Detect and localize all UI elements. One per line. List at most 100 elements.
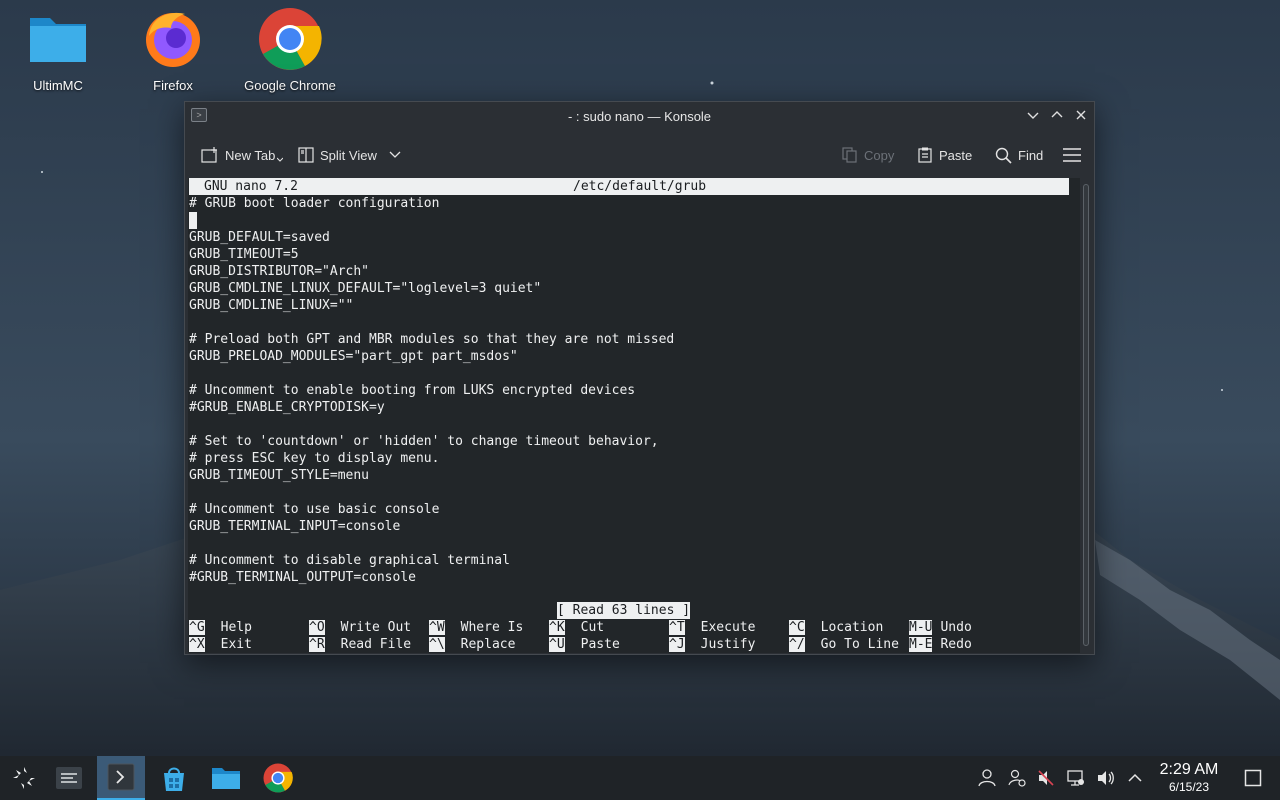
- nano-shortcut: ^U Paste: [549, 636, 620, 653]
- tray-expand-button[interactable]: [1125, 768, 1145, 788]
- nano-header-bar: GNU nano 7.2 /etc/default/grub: [189, 178, 1069, 195]
- file-line: #GRUB_ENABLE_CRYPTODISK=y: [189, 400, 385, 415]
- user-tray-button[interactable]: [977, 768, 997, 788]
- overview-icon: [56, 767, 82, 789]
- network-wired-icon: [1067, 770, 1084, 786]
- title-bar[interactable]: > - : sudo nano — Konsole: [185, 102, 1094, 130]
- digital-clock[interactable]: 2:29 AM 6/15/23: [1152, 761, 1226, 795]
- shortcut-label: Go To Line: [820, 637, 899, 652]
- taskbar-konsole[interactable]: [97, 756, 145, 800]
- volume-tray-button[interactable]: [1096, 768, 1116, 788]
- desktop-icon-google-chrome[interactable]: Google Chrome: [235, 6, 345, 93]
- shortcut-label: Redo: [940, 637, 972, 652]
- taskbar: 2:29 AM 6/15/23: [0, 756, 1280, 800]
- desktop-icon-label: Google Chrome: [244, 78, 336, 93]
- shortcut-key: ^C: [789, 620, 805, 635]
- nano-shortcut: ^W Where Is: [429, 619, 523, 636]
- file-line: GRUB_PRELOAD_MODULES="part_gpt part_msdo…: [189, 349, 518, 364]
- audio-muted-tray-button[interactable]: [1036, 768, 1056, 788]
- shortcut-label: Exit: [220, 637, 252, 652]
- split-view-button[interactable]: Split View: [298, 144, 401, 166]
- copy-button[interactable]: Copy: [842, 144, 894, 166]
- shortcut-label: Paste: [580, 637, 620, 652]
- nano-shortcut: ^O Write Out: [309, 619, 411, 636]
- shortcut-key: M-E: [909, 637, 933, 652]
- store-bag-icon: [164, 767, 184, 791]
- shortcut-key: ^/: [789, 637, 805, 652]
- nano-shortcut: ^R Read File: [309, 636, 411, 653]
- file-line: GRUB_TERMINAL_INPUT=console: [189, 519, 401, 534]
- find-button[interactable]: Find: [995, 144, 1043, 166]
- nano-shortcut: ^/ Go To Line: [789, 636, 899, 653]
- shortcut-label: Undo: [940, 620, 972, 635]
- file-line: # Uncomment to use basic console: [189, 502, 440, 517]
- chevron-down-icon: [389, 151, 401, 158]
- user-icon: [978, 769, 996, 787]
- paste-button[interactable]: Paste: [917, 144, 972, 166]
- file-line: GRUB_TIMEOUT_STYLE=menu: [189, 468, 370, 483]
- chevron-up-icon: [1128, 773, 1142, 782]
- clock-date: 6/15/23: [1168, 780, 1210, 794]
- nano-shortcut: ^X Exit: [189, 636, 252, 653]
- shortcut-label: Write Out: [340, 620, 412, 635]
- scrollbar-thumb[interactable]: [1083, 184, 1089, 646]
- terminal-scrollbar[interactable]: [1080, 178, 1092, 653]
- application-launcher-button[interactable]: [0, 756, 48, 800]
- new-tab-icon: [201, 147, 217, 163]
- network-tray-button[interactable]: [1066, 768, 1086, 788]
- shortcut-key: ^R: [309, 637, 325, 652]
- file-line: GRUB_TIMEOUT=5: [189, 247, 299, 262]
- accounts-tray-button[interactable]: [1007, 768, 1027, 788]
- hamburger-menu-icon: [1063, 148, 1081, 162]
- file-line: GRUB_CMDLINE_LINUX="": [189, 298, 354, 313]
- file-line: # Uncomment to enable booting from LUKS …: [189, 383, 636, 398]
- nano-shortcut: M-E Redo: [909, 636, 972, 653]
- shortcut-key: M-U: [909, 620, 933, 635]
- taskbar-chrome[interactable]: [254, 756, 302, 800]
- nano-filename: /etc/default/grub: [573, 179, 707, 194]
- nano-shortcut: ^J Justify: [669, 636, 755, 653]
- new-tab-label: New Tab: [225, 147, 276, 163]
- taskbar-dolphin[interactable]: [202, 756, 250, 800]
- terminal-area[interactable]: GNU nano 7.2 /etc/default/grub # GRUB bo…: [188, 178, 1080, 653]
- folder-icon: [26, 6, 90, 70]
- konsole-window: > - : sudo nano — Konsole New Tab Split: [184, 101, 1095, 655]
- toolbar: New Tab Split View Copy Paste Find: [185, 130, 1094, 178]
- show-desktop-button[interactable]: [1243, 768, 1263, 788]
- shortcut-label: Replace: [460, 637, 516, 652]
- nano-shortcut: ^K Cut: [549, 619, 604, 636]
- taskbar-discover[interactable]: [150, 756, 198, 800]
- nano-shortcut: ^G Help: [189, 619, 252, 636]
- minimize-button[interactable]: [1023, 106, 1043, 126]
- file-line: GRUB_CMDLINE_LINUX_DEFAULT="loglevel=3 q…: [189, 281, 542, 296]
- file-line: # Uncomment to disable graphical termina…: [189, 553, 510, 568]
- nano-shortcut: ^\ Replace: [429, 636, 515, 653]
- copy-label: Copy: [864, 147, 895, 163]
- shortcut-key: ^W: [429, 620, 445, 635]
- file-line: #GRUB_TERMINAL_OUTPUT=console: [189, 570, 416, 585]
- file-line: # Set to 'countdown' or 'hidden' to chan…: [189, 434, 659, 449]
- paste-icon: [918, 147, 932, 163]
- shortcut-key: ^J: [669, 637, 685, 652]
- shortcut-label: Help: [220, 620, 252, 635]
- shortcut-key: ^U: [549, 637, 565, 652]
- chrome-icon: [263, 763, 293, 793]
- shortcut-label: Cut: [580, 620, 605, 635]
- shortcut-key: ^K: [549, 620, 565, 635]
- nano-shortcut: M-U Undo: [909, 619, 972, 636]
- file-line: # Preload both GPT and MBR modules so th…: [189, 332, 675, 347]
- file-line: # GRUB boot loader configuration: [189, 196, 440, 211]
- shortcut-key: ^G: [189, 620, 205, 635]
- hamburger-menu-button[interactable]: [1063, 144, 1081, 166]
- desktop-icon-ultimmc[interactable]: UltimMC: [3, 6, 113, 93]
- new-tab-button[interactable]: New Tab: [201, 144, 284, 166]
- file-line: GRUB_DISTRIBUTOR="Arch": [189, 264, 370, 279]
- chrome-icon: [258, 6, 322, 70]
- close-button[interactable]: [1071, 106, 1091, 126]
- task-manager-button[interactable]: [45, 756, 93, 800]
- dropdown-corner-icon: [277, 157, 284, 162]
- desktop-icon-firefox[interactable]: Firefox: [118, 6, 228, 93]
- maximize-button[interactable]: [1047, 106, 1067, 126]
- user-settings-icon: [1008, 769, 1026, 787]
- split-view-icon: [298, 147, 314, 163]
